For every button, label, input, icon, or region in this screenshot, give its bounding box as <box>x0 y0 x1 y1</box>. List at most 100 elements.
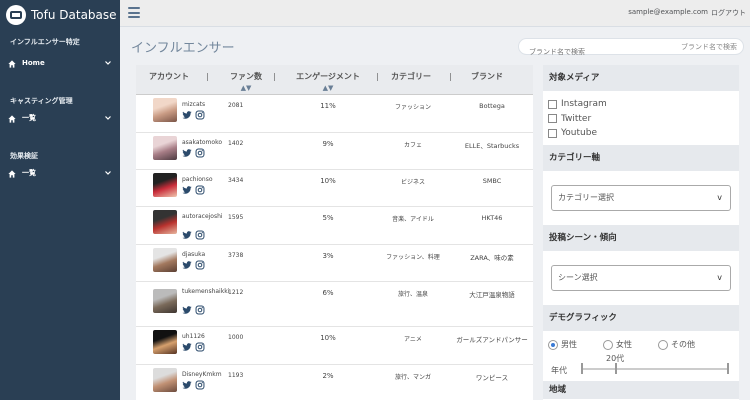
account-name[interactable]: uh1126 <box>182 333 230 341</box>
twitter-icon[interactable] <box>182 260 192 270</box>
instagram-icon[interactable] <box>195 230 205 240</box>
avatar[interactable] <box>153 289 177 313</box>
category-cell: カフェ <box>403 142 422 149</box>
table-row[interactable]: DisneyKmkm 1193 2% 旅行、マンガ ワンピース <box>136 365 533 400</box>
avatar[interactable] <box>153 98 177 122</box>
category-cell: 旅行、温泉 <box>397 291 428 298</box>
scene-select[interactable]: シーン選択 v <box>551 264 731 291</box>
brand-cell: 大江戸温泉物語 <box>469 291 515 299</box>
avatar[interactable] <box>153 136 177 160</box>
gender-option-female[interactable]: 女性 <box>603 339 632 350</box>
category-cell: 音楽、アイドル <box>392 216 434 223</box>
table-row[interactable]: autoracejoshi 1595 5% 音楽、アイドル HKT46 <box>136 207 533 245</box>
table-row[interactable]: uh1126 1000 10% アニメ ガールズアンドパンサー <box>136 327 533 365</box>
account-name[interactable]: asakatomoko <box>182 139 230 147</box>
age-slider-handle-max[interactable] <box>727 362 729 374</box>
account-name[interactable]: tukemenshaikki <box>182 288 230 296</box>
twitter-icon[interactable] <box>182 185 192 195</box>
media-option-youtube[interactable]: Youtube <box>548 126 739 141</box>
social-icons <box>182 260 205 270</box>
home-icon <box>8 114 16 123</box>
table-row[interactable]: pachionso 3434 10% ビジネス SMBC <box>136 170 533 207</box>
category-select[interactable]: カテゴリー選択 v <box>551 184 731 211</box>
search-input[interactable] <box>519 44 659 60</box>
engagement-cell: 2% <box>322 372 334 380</box>
checkbox[interactable] <box>548 99 557 109</box>
chevron-down-icon <box>104 169 112 177</box>
media-label: Instagram <box>561 99 607 110</box>
radio-button[interactable] <box>603 339 613 350</box>
fans-cell: 1402 <box>228 140 244 147</box>
table-row[interactable]: tukemenshaikki 1212 6% 旅行、温泉 大江戸温泉物語 <box>136 282 533 327</box>
brand-cell: ワンピース <box>475 374 509 382</box>
social-icons <box>182 185 205 195</box>
avatar[interactable] <box>153 330 177 354</box>
header-fans[interactable]: ファン数 ▲▼ <box>226 71 266 92</box>
sort-icon[interactable]: ▲▼ <box>226 84 266 92</box>
account-name[interactable]: mizcats <box>182 101 230 109</box>
age-slider[interactable] <box>581 367 729 370</box>
sidebar-item-home[interactable]: Home <box>0 52 120 74</box>
header-separator: | <box>206 72 209 81</box>
twitter-icon[interactable] <box>182 305 192 315</box>
table-row[interactable]: asakatomoko 1402 9% カフェ ELLE、Starbucks <box>136 133 533 170</box>
avatar[interactable] <box>153 210 177 234</box>
radio-button[interactable] <box>548 339 558 350</box>
table-row[interactable]: mizcats 2081 11% ファッション Bottega <box>136 95 533 133</box>
brand[interactable]: Tofu Database <box>0 0 120 30</box>
gender-option-male[interactable]: 男性 <box>548 339 577 350</box>
checkbox[interactable] <box>548 114 557 124</box>
fans-cell: 2081 <box>228 102 244 109</box>
media-label: Twitter <box>561 113 592 124</box>
search-button[interactable]: ブランド名で検索 <box>681 42 737 52</box>
media-option-twitter[interactable]: Twitter <box>548 112 739 127</box>
instagram-icon[interactable] <box>195 260 205 270</box>
checkbox[interactable] <box>548 128 557 138</box>
header-engagement[interactable]: エンゲージメント ▲▼ <box>285 71 371 92</box>
account-name[interactable]: autoracejoshi <box>182 213 230 221</box>
instagram-icon[interactable] <box>195 110 205 120</box>
chevron-down-icon: v <box>717 192 722 202</box>
twitter-icon[interactable] <box>182 230 192 240</box>
database-logo-icon <box>6 5 26 25</box>
age-slider-handle[interactable] <box>615 362 617 374</box>
sidebar-item-casting-list[interactable]: 一覧 <box>0 107 120 129</box>
sidebar-section-identify: インフルエンサー特定 Home <box>0 36 120 74</box>
header-account[interactable]: アカウント <box>149 71 189 82</box>
app-title: Tofu Database <box>31 8 117 22</box>
header-category[interactable]: カテゴリー <box>391 71 431 82</box>
instagram-icon[interactable] <box>195 305 205 315</box>
table-row[interactable]: djasuka 3738 3% ファッション、料理 ZARA、味の素 <box>136 245 533 282</box>
twitter-icon[interactable] <box>182 110 192 120</box>
twitter-icon[interactable] <box>182 380 192 390</box>
avatar[interactable] <box>153 368 177 392</box>
logout-link[interactable]: ログアウト <box>711 8 746 18</box>
account-name[interactable]: pachionso <box>182 176 230 184</box>
age-slider-handle-min[interactable] <box>581 362 583 374</box>
twitter-icon[interactable] <box>182 342 192 352</box>
social-icons <box>182 305 205 315</box>
header-engagement-label: エンゲージメント <box>296 72 360 81</box>
header-brand[interactable]: ブランド <box>471 71 503 82</box>
influencer-table: アカウント | ファン数 ▲▼ | エンゲージメント ▲▼ | カテゴリー | … <box>136 65 533 400</box>
gender-option-other[interactable]: その他 <box>658 339 695 350</box>
media-option-instagram[interactable]: Instagram <box>548 97 739 112</box>
fans-cell: 1595 <box>228 214 244 221</box>
avatar[interactable] <box>153 173 177 197</box>
home-icon <box>8 169 16 178</box>
twitter-icon[interactable] <box>182 148 192 158</box>
sidebar-section-effect: 効果検証 一覧 <box>0 150 120 184</box>
avatar[interactable] <box>153 248 177 272</box>
header-fans-label: ファン数 <box>230 72 262 81</box>
sort-icon[interactable]: ▲▼ <box>285 84 371 92</box>
menu-icon[interactable] <box>128 7 140 18</box>
instagram-icon[interactable] <box>195 342 205 352</box>
instagram-icon[interactable] <box>195 148 205 158</box>
sidebar-item-effect-list[interactable]: 一覧 <box>0 162 120 184</box>
account-name[interactable]: DisneyKmkm <box>182 371 230 379</box>
account-name[interactable]: djasuka <box>182 251 230 259</box>
radio-button[interactable] <box>658 339 668 350</box>
category-select-value: カテゴリー選択 <box>558 192 614 202</box>
instagram-icon[interactable] <box>195 380 205 390</box>
instagram-icon[interactable] <box>195 185 205 195</box>
